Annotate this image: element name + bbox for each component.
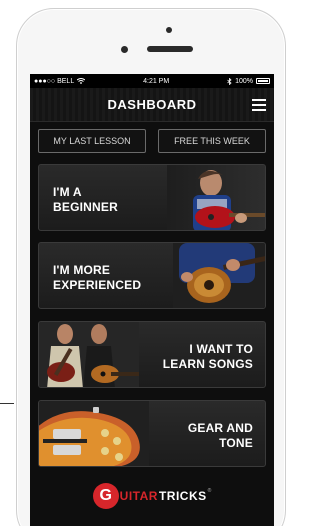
gear-and-tone-label: GEAR AND TONE	[187, 421, 253, 450]
nav-bar: DASHBOARD	[30, 88, 274, 122]
decorative-line	[0, 403, 14, 404]
hamburger-menu-icon[interactable]	[252, 99, 266, 111]
front-camera	[121, 46, 128, 53]
status-bar: ●●●○○ BELL 4:21 PM 100%	[30, 74, 274, 88]
logo-mark: G	[92, 483, 119, 509]
logo-word-tricks: TRICKS	[158, 489, 207, 503]
learn-songs-label: I WANT TO LEARN SONGS	[162, 342, 253, 371]
logo-trademark: ®	[207, 488, 212, 494]
learn-songs-card[interactable]: I WANT TO LEARN SONGS	[38, 321, 266, 388]
beginner-guitarist-image	[167, 165, 265, 230]
app-screen: ●●●○○ BELL 4:21 PM 100% DASHBOARD MY LAS…	[30, 74, 274, 526]
experienced-label: I'M MORE EXPERIENCED	[53, 263, 142, 292]
battery-percent: 100%	[235, 77, 253, 85]
beginner-card[interactable]: I'M A BEGINNER	[38, 164, 266, 231]
guitartricks-logo: G UITAR TRICKS ®	[82, 482, 222, 510]
earpiece-speaker	[147, 46, 193, 52]
beginner-label: I'M A BEGINNER	[53, 185, 118, 214]
logo-word-guitar: UITAR	[119, 489, 158, 503]
status-time: 4:21 PM	[143, 77, 170, 85]
battery-icon	[255, 78, 270, 84]
free-this-week-button[interactable]: FREE THIS WEEK	[158, 129, 266, 153]
experienced-guitarist-image	[173, 243, 265, 308]
electric-guitar-image	[39, 401, 149, 466]
quick-links: MY LAST LESSON FREE THIS WEEK	[38, 129, 266, 153]
bluetooth-icon	[227, 77, 232, 85]
my-last-lesson-button[interactable]: MY LAST LESSON	[38, 129, 146, 153]
band-guitarists-image	[39, 322, 139, 387]
experienced-card[interactable]: I'M MORE EXPERIENCED	[38, 242, 266, 309]
page-title: DASHBOARD	[107, 97, 197, 112]
carrier-label: ●●●○○ BELL	[34, 77, 75, 85]
wifi-icon	[77, 78, 86, 84]
gear-and-tone-card[interactable]: GEAR AND TONE	[38, 400, 266, 467]
proximity-sensor	[166, 27, 172, 33]
